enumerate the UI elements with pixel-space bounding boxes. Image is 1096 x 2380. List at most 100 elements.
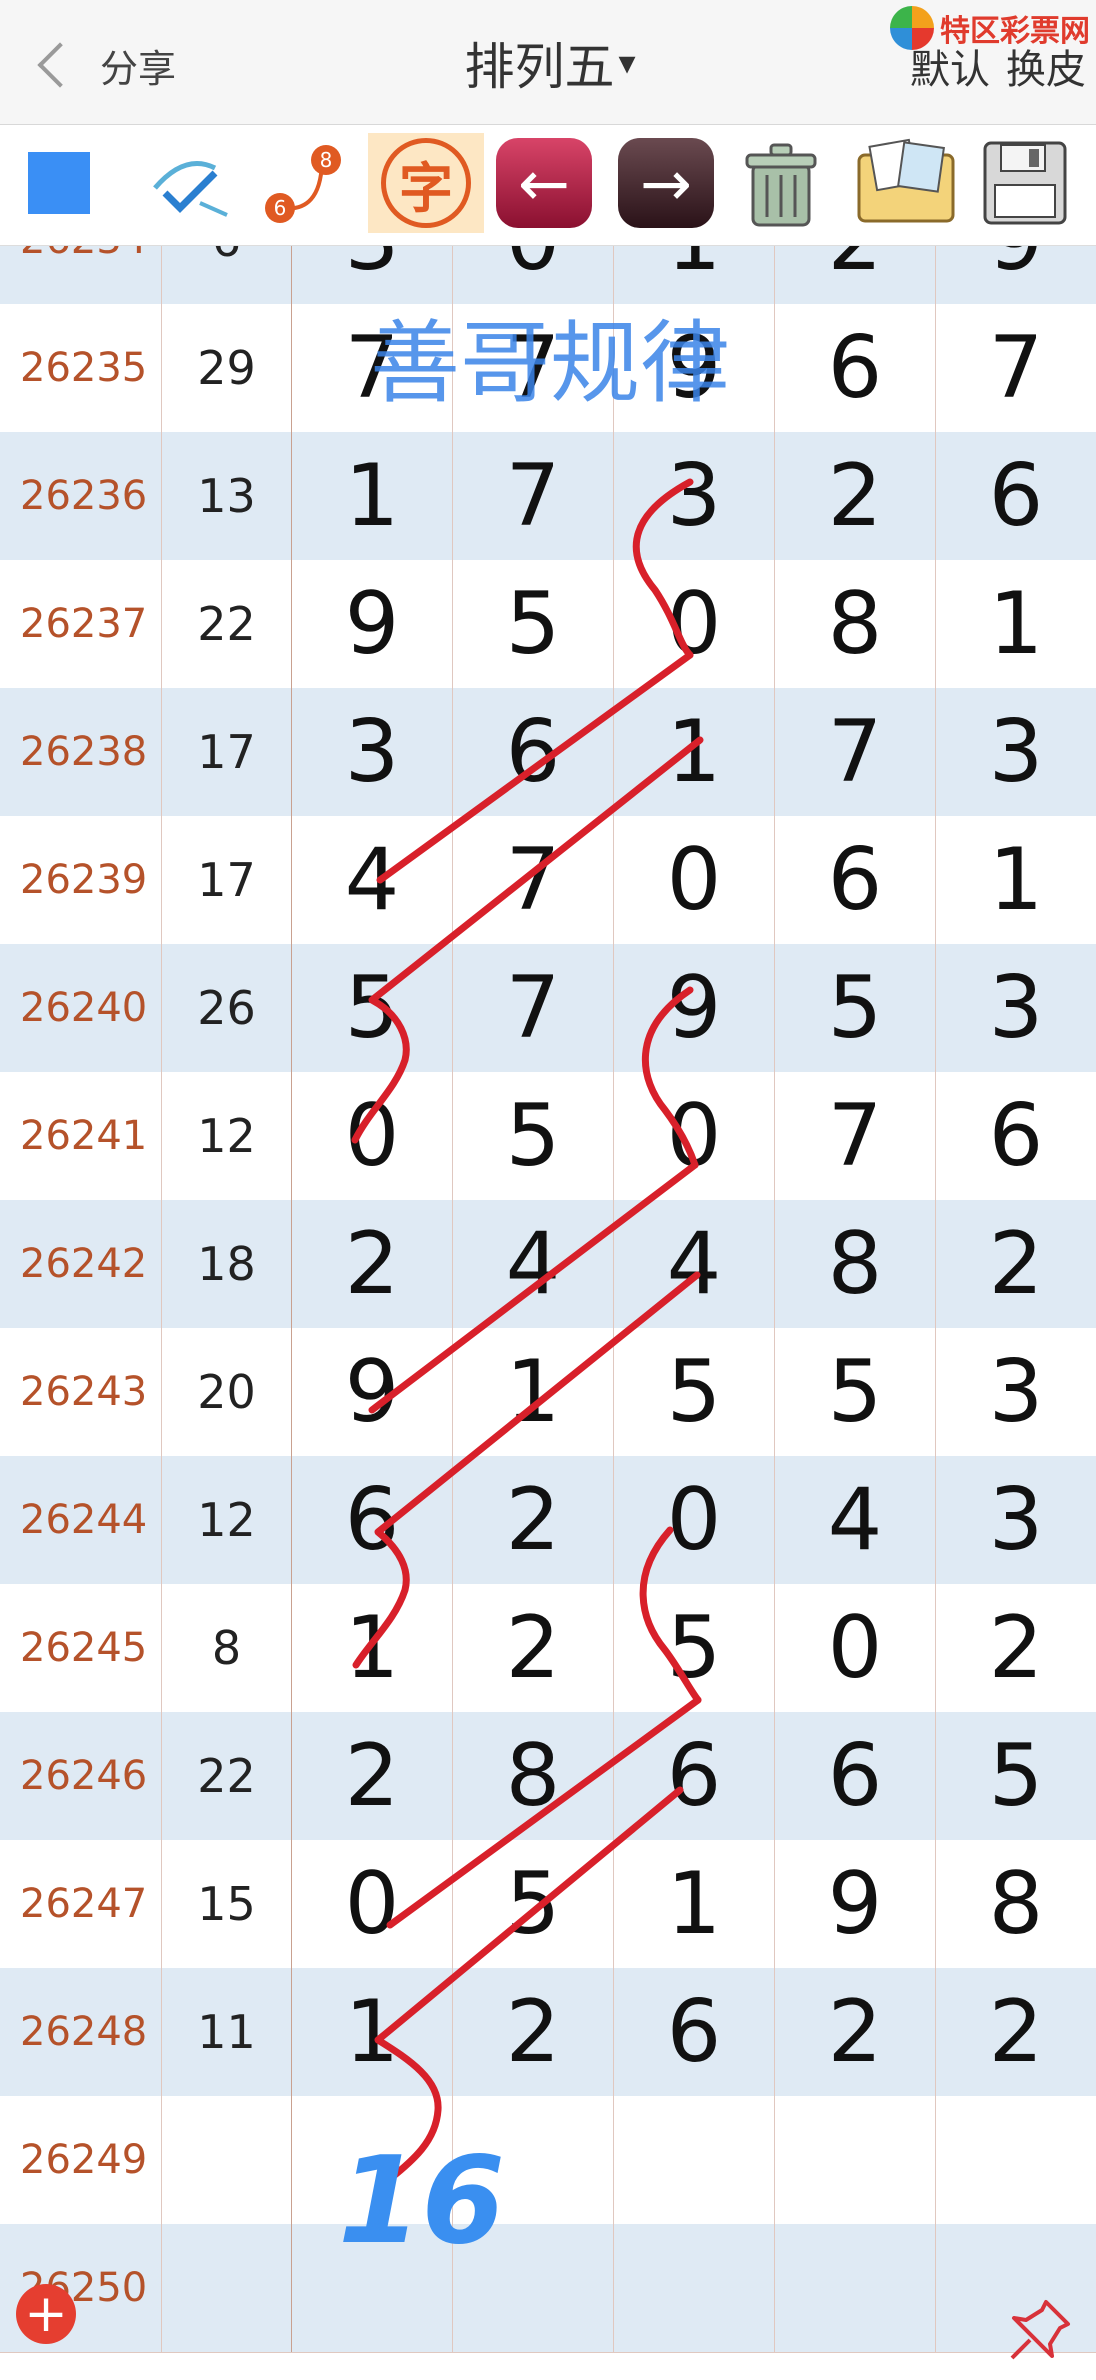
table-row: 26243 20 9 1 5 5 3 bbox=[0, 1328, 1096, 1457]
digit-cell[interactable]: 3 bbox=[292, 688, 453, 816]
digit-cell[interactable]: 2 bbox=[775, 1968, 936, 2096]
digit-cell[interactable]: 9 bbox=[614, 944, 775, 1072]
lottery-type-selector[interactable]: 排列五 ▾ bbox=[420, 28, 680, 98]
digit-cell[interactable]: 0 bbox=[775, 1584, 936, 1712]
digit-cell[interactable] bbox=[775, 2224, 936, 2352]
digit-cell[interactable]: 5 bbox=[775, 944, 936, 1072]
digit-sum: 20 bbox=[162, 1328, 292, 1456]
redo-button[interactable]: → bbox=[614, 133, 718, 233]
digit-cell[interactable]: 0 bbox=[292, 1072, 453, 1200]
digit-cell[interactable]: 1 bbox=[936, 816, 1096, 944]
digit-cell[interactable]: 6 bbox=[453, 688, 614, 816]
digit-cell[interactable]: 6 bbox=[614, 1968, 775, 2096]
digit-cell[interactable]: 6 bbox=[775, 304, 936, 432]
digit-cell[interactable]: 1 bbox=[292, 1968, 453, 2096]
default-skin-button[interactable]: 默认 bbox=[910, 37, 990, 95]
share-label: 分享 bbox=[100, 46, 177, 91]
digit-cell[interactable]: 7 bbox=[453, 432, 614, 560]
digit-cell[interactable] bbox=[614, 2224, 775, 2352]
back-share-button[interactable]: 分享 bbox=[30, 30, 180, 100]
digit-cell[interactable] bbox=[936, 2096, 1096, 2224]
digit-cell[interactable]: 1 bbox=[292, 1584, 453, 1712]
digit-cell[interactable]: 5 bbox=[775, 1328, 936, 1456]
digit-cell[interactable]: 1 bbox=[453, 1328, 614, 1456]
digit-cell[interactable]: 2 bbox=[453, 1584, 614, 1712]
digit-cell[interactable]: 2 bbox=[936, 1200, 1096, 1328]
digit-cell[interactable]: 6 bbox=[292, 1456, 453, 1584]
clear-button[interactable] bbox=[726, 133, 836, 233]
digit-cell[interactable]: 7 bbox=[775, 688, 936, 816]
color-select-button[interactable] bbox=[28, 133, 90, 233]
digit-cell[interactable]: 0 bbox=[614, 816, 775, 944]
digit-cell[interactable]: 1 bbox=[614, 1840, 775, 1968]
digit-cell[interactable] bbox=[775, 2096, 936, 2224]
digit-cell[interactable]: 8 bbox=[453, 1712, 614, 1840]
digit-cell[interactable]: 4 bbox=[453, 1200, 614, 1328]
connect-line-button[interactable]: 8 6 bbox=[255, 133, 355, 233]
digit-cell[interactable]: 5 bbox=[614, 1328, 775, 1456]
digit-cell[interactable]: 8 bbox=[936, 1840, 1096, 1968]
add-button[interactable]: + bbox=[16, 2284, 76, 2344]
digit-cell[interactable]: 2 bbox=[292, 1712, 453, 1840]
digit-cell[interactable] bbox=[614, 2096, 775, 2224]
digit-cell[interactable]: 6 bbox=[614, 1712, 775, 1840]
issue-number: 26248 bbox=[0, 1968, 162, 2096]
digit-cell[interactable]: 2 bbox=[453, 1456, 614, 1584]
digit-cell[interactable]: 5 bbox=[453, 1840, 614, 1968]
digit-cell[interactable]: 3 bbox=[614, 432, 775, 560]
issue-number: 26249 bbox=[0, 2096, 162, 2224]
digit-cell[interactable]: 2 bbox=[936, 1968, 1096, 2096]
digit-cell[interactable]: 4 bbox=[292, 816, 453, 944]
digit-cell[interactable]: 3 bbox=[936, 1328, 1096, 1456]
digit-cell[interactable]: 2 bbox=[775, 246, 936, 304]
digit-cell[interactable]: 2 bbox=[775, 432, 936, 560]
pen-tool-button[interactable] bbox=[140, 133, 240, 233]
undo-button[interactable]: ← bbox=[492, 133, 596, 233]
digit-cell[interactable]: 7 bbox=[936, 304, 1096, 432]
change-skin-button[interactable]: 换皮 bbox=[1006, 37, 1086, 95]
digit-cell[interactable]: 5 bbox=[936, 1712, 1096, 1840]
digit-cell[interactable]: 6 bbox=[936, 432, 1096, 560]
text-tool-button[interactable]: 字 bbox=[368, 133, 484, 233]
digit-cell[interactable]: 5 bbox=[292, 944, 453, 1072]
digit-cell[interactable]: 0 bbox=[614, 1072, 775, 1200]
digit-cell[interactable]: 2 bbox=[936, 1584, 1096, 1712]
digit-cell[interactable]: 8 bbox=[775, 560, 936, 688]
digit-cell[interactable]: 3 bbox=[936, 944, 1096, 1072]
issue-number: 26240 bbox=[0, 944, 162, 1072]
drawing-toolbar: 8 6 字 ← → bbox=[0, 125, 1096, 246]
digit-cell[interactable]: 9 bbox=[936, 246, 1096, 304]
digit-cell[interactable]: 7 bbox=[775, 1072, 936, 1200]
pin-button[interactable] bbox=[1006, 2296, 1074, 2364]
digit-cell[interactable]: 5 bbox=[614, 1584, 775, 1712]
digit-cell[interactable]: 1 bbox=[292, 432, 453, 560]
digit-cell[interactable]: 8 bbox=[775, 1200, 936, 1328]
digit-cell[interactable]: 7 bbox=[453, 816, 614, 944]
digit-cell[interactable]: 0 bbox=[614, 560, 775, 688]
digit-cell[interactable]: 0 bbox=[614, 1456, 775, 1584]
digit-cell[interactable]: 6 bbox=[936, 1072, 1096, 1200]
open-file-button[interactable] bbox=[846, 133, 966, 233]
digit-cell[interactable]: 7 bbox=[453, 944, 614, 1072]
digit-cell[interactable]: 6 bbox=[775, 1712, 936, 1840]
save-button[interactable] bbox=[970, 133, 1080, 233]
digit-cell[interactable]: 9 bbox=[775, 1840, 936, 1968]
digit-cell[interactable]: 2 bbox=[292, 1200, 453, 1328]
digit-cell[interactable]: 1 bbox=[936, 560, 1096, 688]
digit-sum: 13 bbox=[162, 432, 292, 560]
arrow-left-icon: ← bbox=[496, 138, 592, 228]
digit-cell[interactable]: 0 bbox=[292, 1840, 453, 1968]
digit-cell[interactable]: 3 bbox=[936, 1456, 1096, 1584]
digit-cell[interactable]: 5 bbox=[453, 1072, 614, 1200]
digit-cell[interactable]: 9 bbox=[292, 1328, 453, 1456]
digit-cell[interactable]: 6 bbox=[775, 816, 936, 944]
digit-cell[interactable]: 9 bbox=[292, 560, 453, 688]
pen-check-icon bbox=[153, 161, 228, 217]
digit-cell[interactable]: 4 bbox=[775, 1456, 936, 1584]
digit-cell[interactable]: 4 bbox=[614, 1200, 775, 1328]
connect-line-icon: 8 6 bbox=[265, 145, 341, 223]
digit-cell[interactable]: 2 bbox=[453, 1968, 614, 2096]
digit-cell[interactable]: 1 bbox=[614, 688, 775, 816]
digit-cell[interactable]: 3 bbox=[936, 688, 1096, 816]
digit-cell[interactable]: 5 bbox=[453, 560, 614, 688]
